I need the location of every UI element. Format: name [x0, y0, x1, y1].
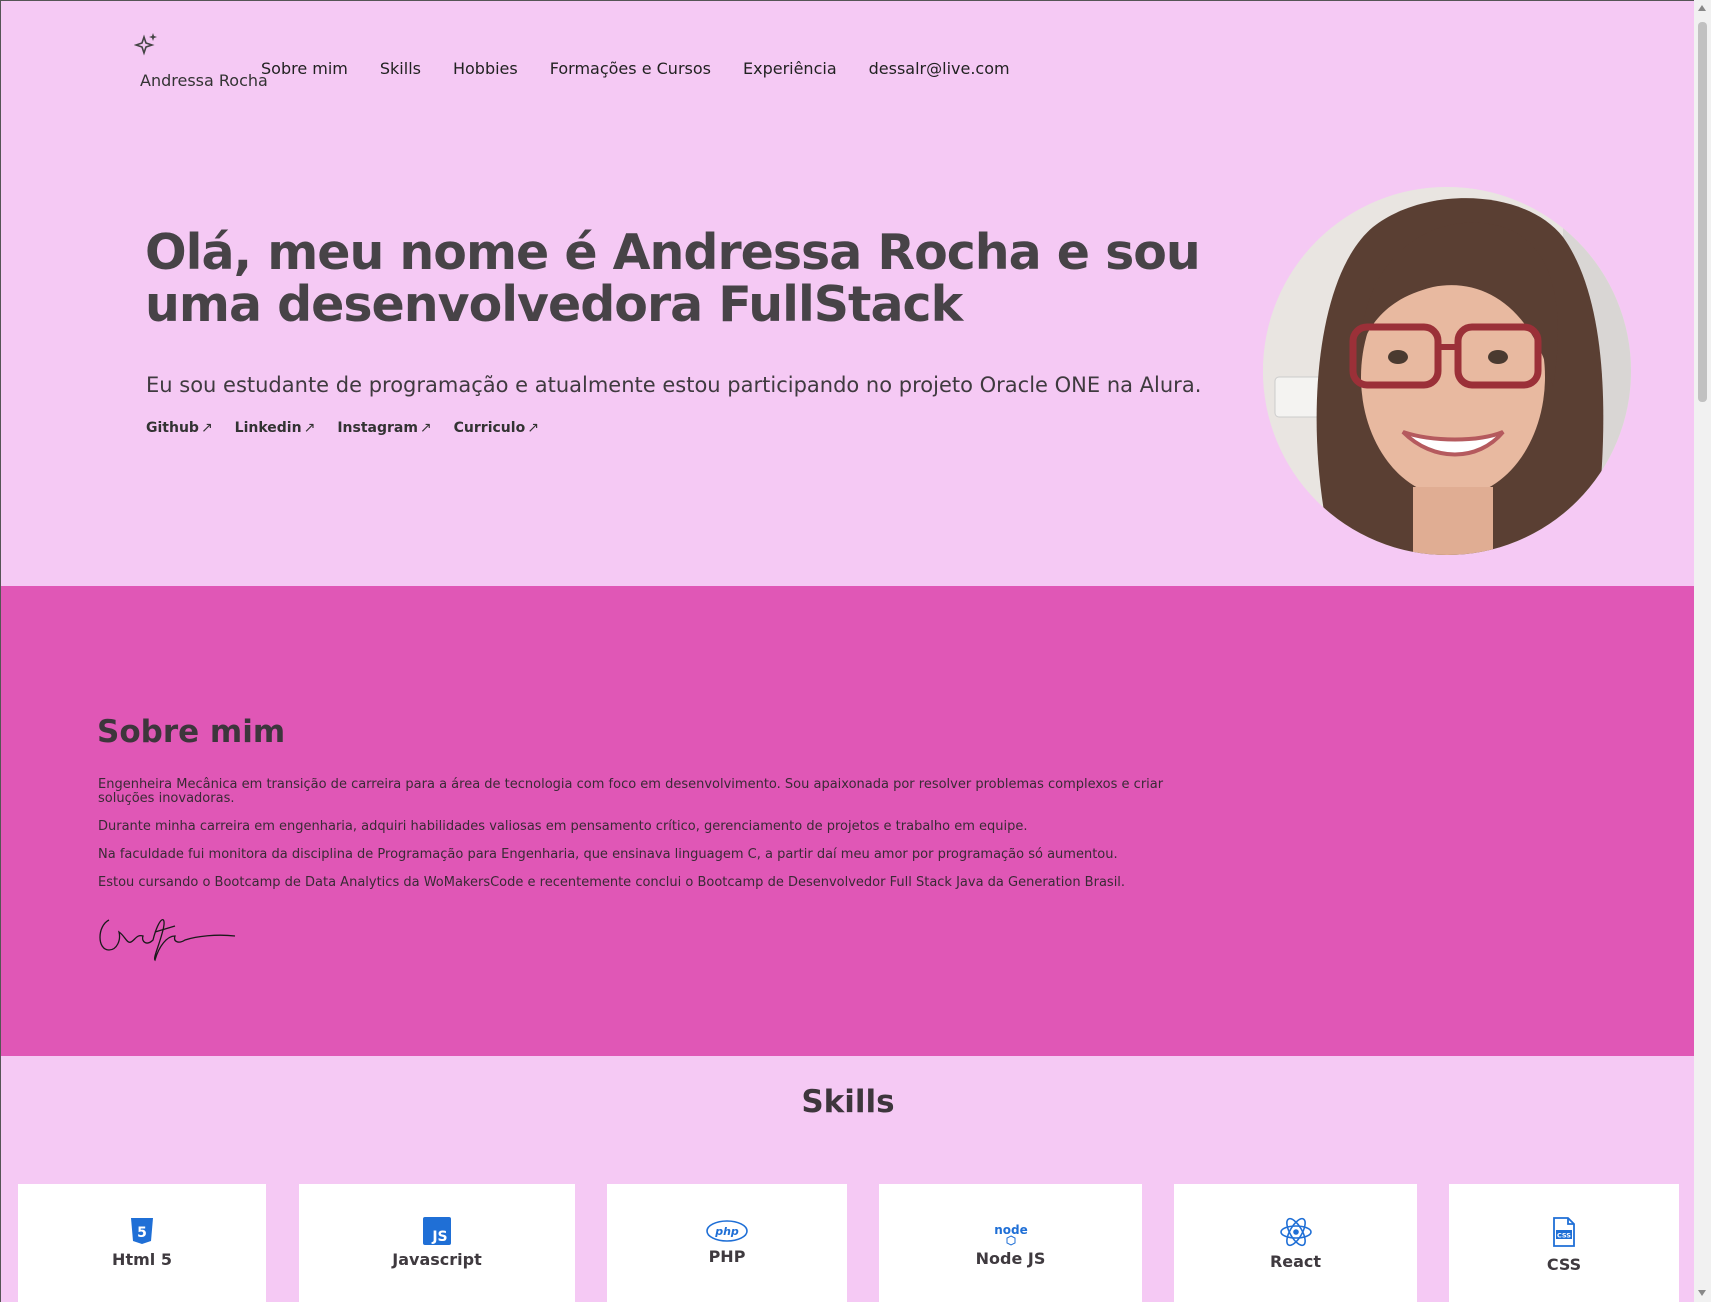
svg-text:CSS: CSS	[1557, 1232, 1571, 1240]
about-paragraph: Engenheira Mecânica em transição de carr…	[98, 777, 1164, 806]
social-links: Github ↗ Linkedin ↗ Instagram ↗ Curriculo ↗	[146, 420, 539, 436]
about-paragraph: Durante minha carreira em engenharia, ad…	[98, 819, 1028, 834]
about-paragraph: Na faculdade fui monitora da disciplina …	[98, 847, 1118, 862]
main-nav: Sobre mim Skills Hobbies Formações e Cur…	[261, 59, 1010, 78]
js-icon: JS	[423, 1217, 451, 1245]
php-icon: php	[706, 1220, 748, 1242]
svg-text:JS: JS	[431, 1229, 447, 1245]
scroll-up-icon[interactable]	[1698, 5, 1706, 11]
link-linkedin[interactable]: Linkedin ↗	[235, 420, 316, 436]
sparkles-icon[interactable]	[134, 31, 160, 57]
arrow-up-right-icon: ↗	[303, 420, 316, 436]
page: Andressa Rocha Sobre mim Skills Hobbies …	[0, 0, 1694, 1302]
nav-item-hobbies[interactable]: Hobbies	[453, 59, 518, 78]
html5-icon: 5	[131, 1218, 153, 1244]
brand-name[interactable]: Andressa Rocha	[140, 71, 268, 90]
skills-title: Skills	[801, 1084, 895, 1120]
profile-photo	[1263, 187, 1631, 555]
nav-item-skills[interactable]: Skills	[380, 59, 421, 78]
nav-item-sobre-mim[interactable]: Sobre mim	[261, 59, 348, 78]
svg-text:5: 5	[137, 1225, 147, 1241]
scroll-down-icon[interactable]	[1698, 1290, 1706, 1296]
hero-subtitle: Eu sou estudante de programação e atualm…	[146, 373, 1202, 397]
nav-item-formacoes[interactable]: Formações e Cursos	[550, 59, 711, 78]
hero-title: Olá, meu nome é Andressa Rocha e sou uma…	[145, 224, 1201, 333]
skill-card-css: CSS CSS	[1449, 1184, 1679, 1302]
skill-label: React	[1269, 1252, 1322, 1271]
skill-card-javascript: JS Javascript	[299, 1184, 575, 1302]
about-text: Engenheira Mecânica em transição de carr…	[98, 778, 1188, 904]
link-github-label: Github	[146, 420, 199, 436]
about-title: Sobre mim	[97, 714, 286, 750]
svg-text:php: php	[714, 1225, 739, 1238]
nodejs-icon: node	[994, 1223, 1028, 1246]
about-paragraph: Estou cursando o Bootcamp de Data Analyt…	[98, 875, 1126, 890]
skill-label: Javascript	[392, 1250, 482, 1269]
link-instagram-label: Instagram	[337, 420, 418, 436]
skill-card-php: php PHP	[607, 1184, 847, 1302]
scrollbar-thumb[interactable]	[1698, 22, 1707, 402]
link-curriculo[interactable]: Curriculo ↗	[454, 420, 539, 436]
svg-text:node: node	[994, 1223, 1028, 1237]
arrow-up-right-icon: ↗	[200, 420, 213, 436]
skill-label: CSS	[1546, 1255, 1582, 1274]
link-linkedin-label: Linkedin	[234, 420, 302, 436]
react-icon	[1279, 1217, 1312, 1247]
vertical-scrollbar[interactable]	[1694, 0, 1711, 1302]
arrow-up-right-icon: ↗	[527, 420, 539, 436]
skill-label: PHP	[708, 1247, 746, 1266]
link-curriculo-label: Curriculo	[453, 420, 526, 436]
skill-card-react: React	[1174, 1184, 1417, 1302]
css-icon: CSS	[1553, 1217, 1575, 1247]
skill-card-nodejs: node Node JS	[879, 1184, 1142, 1302]
link-github[interactable]: Github ↗	[146, 420, 213, 436]
signature-image	[99, 919, 236, 962]
skill-label: Node JS	[975, 1249, 1046, 1268]
skill-card-html5: 5 Html 5	[18, 1184, 266, 1302]
nav-item-email[interactable]: dessalr@live.com	[869, 59, 1010, 78]
nav-item-experiencia[interactable]: Experiência	[743, 59, 837, 78]
link-instagram[interactable]: Instagram ↗	[337, 420, 431, 436]
about-section: Sobre mim Engenheira Mecânica em transiç…	[1, 586, 1694, 1056]
arrow-up-right-icon: ↗	[419, 420, 432, 436]
skill-label: Html 5	[112, 1250, 172, 1269]
